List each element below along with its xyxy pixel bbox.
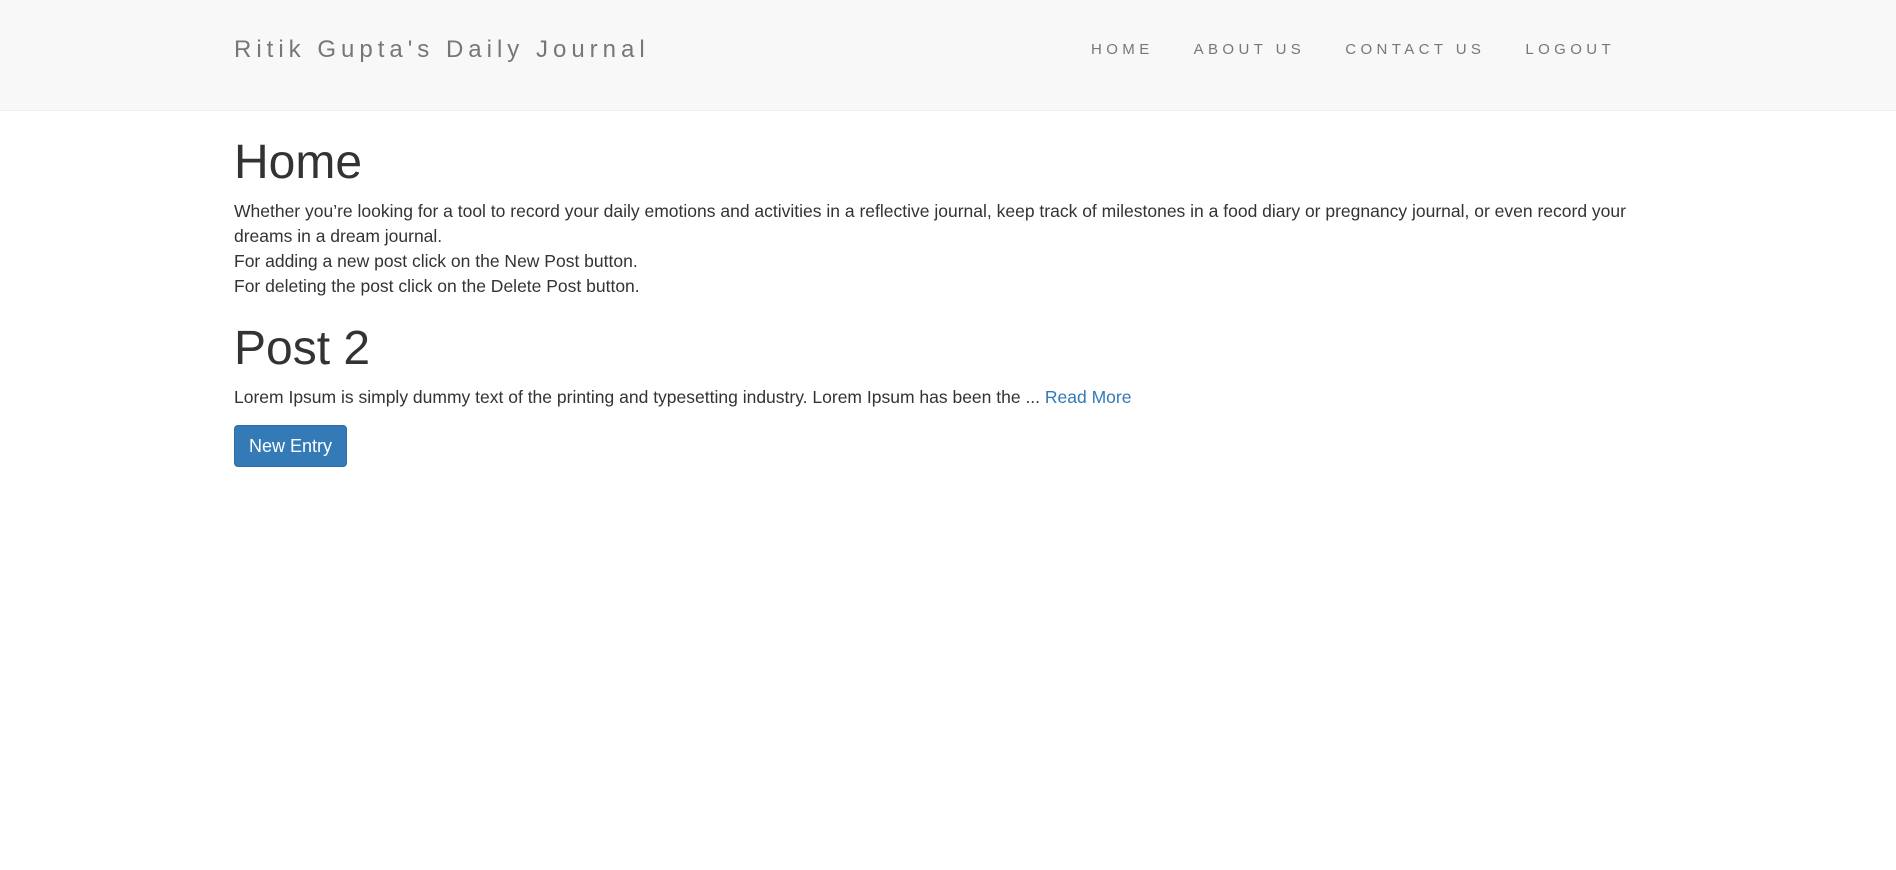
- post-excerpt: Lorem Ipsum is simply dummy text of the …: [234, 385, 1634, 410]
- post-excerpt-text: Lorem Ipsum is simply dummy text of the …: [234, 387, 1045, 407]
- intro-text: Whether you’re looking for a tool to rec…: [234, 199, 1634, 299]
- main-content: Home Whether you’re looking for a tool t…: [234, 111, 1634, 467]
- intro-delete-post-hint: For deleting the post click on the Delet…: [234, 276, 640, 296]
- nav-link-home[interactable]: HOME: [1091, 41, 1154, 58]
- post-item: Post 2 Lorem Ipsum is simply dummy text …: [234, 323, 1634, 410]
- post-title: Post 2: [234, 322, 371, 375]
- read-more-link[interactable]: Read More: [1045, 387, 1132, 407]
- nav-link-logout[interactable]: LOGOUT: [1525, 41, 1615, 58]
- new-entry-button[interactable]: New Entry: [234, 425, 347, 467]
- intro-new-post-hint: For adding a new post click on the New P…: [234, 251, 638, 271]
- nav-link-about-us[interactable]: ABOUT US: [1194, 41, 1306, 58]
- nav-item-contact-us: CONTACT US: [1345, 40, 1485, 60]
- top-navbar: Ritik Gupta's Daily Journal HOME ABOUT U…: [0, 0, 1896, 111]
- nav-item-home: HOME: [1091, 40, 1154, 60]
- nav-link-contact-us[interactable]: CONTACT US: [1345, 41, 1485, 58]
- nav-item-logout: LOGOUT: [1525, 40, 1615, 60]
- brand-link[interactable]: Ritik Gupta's Daily Journal: [234, 36, 650, 64]
- intro-paragraph: Whether you’re looking for a tool to rec…: [234, 201, 1626, 246]
- page-title: Home: [234, 136, 363, 189]
- nav-menu: HOME ABOUT US CONTACT US LOGOUT: [1091, 40, 1615, 60]
- nav-item-about-us: ABOUT US: [1194, 40, 1306, 60]
